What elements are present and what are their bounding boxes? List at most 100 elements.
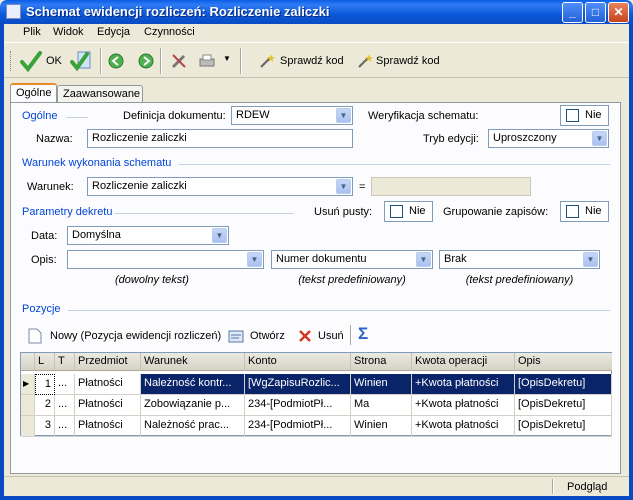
table-cell[interactable]: [OpisDekretu] — [515, 374, 612, 395]
print-icon[interactable] — [198, 52, 216, 70]
grouping-value: Nie — [585, 205, 602, 217]
row-indicator-icon[interactable]: ▶ — [21, 374, 35, 395]
table-cell[interactable]: +Kwota płatności — [412, 395, 515, 416]
menu-edycja[interactable]: Edycja — [97, 26, 130, 38]
back-icon[interactable] — [108, 53, 124, 69]
table-cell[interactable]: [OpisDekretu] — [515, 416, 612, 437]
table-cell[interactable]: Płatności — [75, 416, 141, 437]
remove-empty-checkbox[interactable]: Nie — [384, 201, 433, 222]
column-header[interactable]: L — [35, 353, 55, 371]
name-label: Nazwa: — [36, 133, 73, 145]
condition-label: Warunek: — [27, 181, 74, 193]
checkbox-square[interactable] — [566, 205, 579, 218]
edit-mode-select[interactable]: Uproszczony ▼ — [488, 129, 609, 148]
table-cell[interactable]: Płatności — [75, 395, 141, 416]
section-general: Ogólne — [22, 110, 58, 122]
table-cell[interactable]: ... — [55, 395, 75, 416]
check-code-button-2[interactable]: Sprawdź kod — [356, 51, 448, 71]
chevron-down-icon[interactable]: ▼ — [336, 108, 351, 123]
ok-button[interactable]: OK — [18, 48, 66, 74]
checkbox-square[interactable] — [390, 205, 403, 218]
status-mode: Podgląd — [567, 481, 608, 493]
grouping-label: Grupowanie zapisów: — [443, 206, 549, 218]
tab-ogolne[interactable]: Ogólne — [10, 83, 57, 103]
verification-checkbox[interactable]: Nie — [560, 105, 609, 126]
date-select[interactable]: Domyślna ▼ — [67, 226, 229, 245]
table-cell[interactable]: 234-[PodmiotPł... — [245, 395, 351, 416]
print-dropdown-icon[interactable]: ▼ — [223, 54, 231, 63]
row-header[interactable] — [21, 395, 35, 416]
desc-predefined-select-1[interactable]: Numer dokumentu ▼ — [271, 250, 433, 269]
table-cell[interactable]: 2 — [35, 395, 55, 416]
chevron-down-icon[interactable]: ▼ — [212, 228, 227, 243]
table-cell[interactable]: [WgZapisuRozlic... — [245, 374, 351, 395]
doc-def-select[interactable]: RDEW ▼ — [231, 106, 353, 125]
condition-value: Rozliczenie zaliczki — [92, 180, 187, 192]
column-header[interactable]: Strona — [351, 353, 412, 371]
table-cell[interactable]: +Kwota płatności — [412, 374, 515, 395]
chevron-down-icon[interactable]: ▼ — [336, 179, 351, 194]
table-cell[interactable]: ... — [55, 416, 75, 437]
status-bar: Podgląd — [4, 476, 629, 496]
name-input[interactable]: Rozliczenie zaliczki — [87, 129, 353, 148]
grouping-checkbox[interactable]: Nie — [560, 201, 609, 222]
ok-label: OK — [46, 55, 62, 67]
forward-icon[interactable] — [138, 53, 154, 69]
column-header[interactable]: Kwota operacji — [412, 353, 515, 371]
toolbar-grip[interactable] — [10, 51, 13, 71]
maximize-button[interactable]: □ — [585, 2, 606, 23]
column-header[interactable]: Przedmiot — [75, 353, 141, 371]
chevron-down-icon[interactable]: ▼ — [247, 252, 262, 267]
sum-icon[interactable]: Σ — [358, 324, 368, 344]
desc-predefined-select-2[interactable]: Brak ▼ — [439, 250, 600, 269]
column-header[interactable]: Konto — [245, 353, 351, 371]
title-bar[interactable]: Schemat ewidencji rozliczeń: Rozliczenie… — [0, 0, 633, 24]
table-cell[interactable]: Płatności — [75, 374, 141, 395]
column-header[interactable]: Warunek — [141, 353, 245, 371]
tools-icon[interactable] — [170, 52, 188, 70]
chevron-down-icon[interactable]: ▼ — [416, 252, 431, 267]
table-cell[interactable]: 3 — [35, 416, 55, 437]
toolbar-separator — [240, 48, 242, 74]
close-button[interactable]: ✕ — [608, 2, 629, 23]
column-header[interactable]: T — [55, 353, 75, 371]
table-cell[interactable]: +Kwota płatności — [412, 416, 515, 437]
desc-hint-2: (tekst predefiniowany) — [298, 274, 406, 286]
table-cell[interactable]: Ma — [351, 395, 412, 416]
save-close-button[interactable] — [68, 48, 94, 74]
chevron-down-icon[interactable]: ▼ — [592, 131, 607, 146]
check-code-button-1[interactable]: Sprawdź kod — [258, 51, 350, 71]
minimize-button[interactable]: _ — [562, 2, 583, 23]
desc-predefined-value-1: Numer dokumentu — [276, 253, 367, 265]
table-cell[interactable]: Należność kontr... — [141, 374, 245, 395]
new-position-button[interactable]: Nowy (Pozycja ewidencji rozliczeń) — [28, 327, 222, 345]
table-cell[interactable]: 1 — [35, 374, 55, 395]
table-cell[interactable]: Należność prac... — [141, 416, 245, 437]
row-header[interactable] — [21, 416, 35, 437]
table-cell[interactable]: [OpisDekretu] — [515, 395, 612, 416]
new-document-icon — [28, 328, 42, 344]
chevron-down-icon[interactable]: ▼ — [583, 252, 598, 267]
section-line — [66, 117, 88, 118]
desc-hint-1: (dowolny tekst) — [115, 274, 189, 286]
positions-table[interactable]: L T Przedmiot Warunek Konto Strona Kwota… — [20, 352, 612, 437]
column-header[interactable]: Opis — [515, 353, 612, 371]
delete-button[interactable]: Usuń — [298, 327, 348, 345]
table-cell[interactable]: Winien — [351, 374, 412, 395]
tab-zaawansowane[interactable]: Zaawansowane — [57, 85, 143, 103]
menu-plik[interactable]: Plik — [23, 26, 41, 38]
menu-czynnosci[interactable]: Czynności — [144, 26, 195, 38]
new-position-label: Nowy (Pozycja ewidencji rozliczeń) — [50, 330, 222, 342]
section-decree: Parametry dekretu — [22, 206, 113, 218]
table-cell[interactable]: Zobowiązanie p... — [141, 395, 245, 416]
table-cell[interactable]: Winien — [351, 416, 412, 437]
open-button[interactable]: Otwórz — [228, 327, 290, 345]
checkbox-square[interactable] — [566, 109, 579, 122]
table-cell[interactable]: 234-[PodmiotPł... — [245, 416, 351, 437]
app-icon — [6, 4, 21, 19]
desc-free-text-select[interactable]: ▼ — [67, 250, 264, 269]
condition-select[interactable]: Rozliczenie zaliczki ▼ — [87, 177, 353, 196]
section-line — [114, 213, 294, 214]
table-cell[interactable]: ... — [55, 374, 75, 395]
menu-widok[interactable]: Widok — [53, 26, 84, 38]
